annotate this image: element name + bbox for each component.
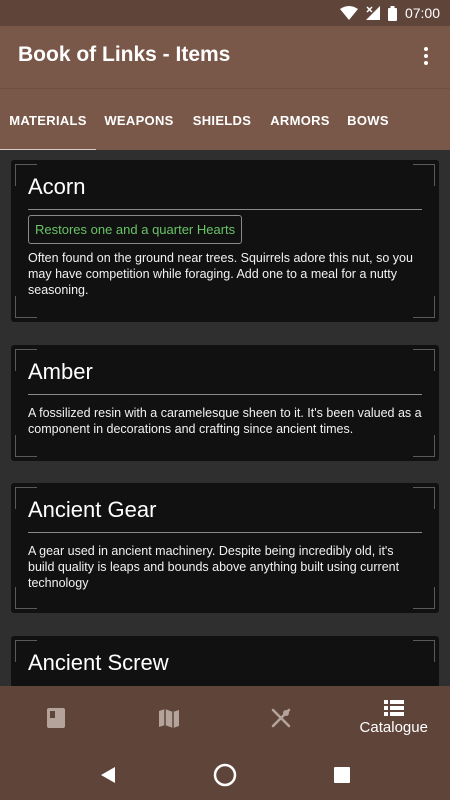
map-icon bbox=[158, 709, 179, 728]
item-name: Ancient Screw bbox=[28, 650, 169, 675]
status-time: 07:00 bbox=[404, 5, 440, 21]
cellular-off-icon bbox=[365, 6, 380, 20]
nav-recipes[interactable] bbox=[225, 686, 338, 750]
item-name: Amber bbox=[28, 359, 422, 395]
item-description: A fossilized resin with a caramelesque s… bbox=[28, 406, 422, 436]
item-effect-badge: Restores one and a quarter Hearts bbox=[28, 215, 243, 244]
tab-bows[interactable]: BOWS bbox=[338, 89, 398, 151]
more-vert-icon bbox=[424, 47, 428, 51]
item-card[interactable]: Ancient Gear A gear used in ancient mach… bbox=[11, 483, 439, 613]
item-name: Acorn bbox=[28, 174, 422, 210]
nav-book[interactable] bbox=[0, 686, 113, 750]
back-triangle-icon bbox=[101, 767, 116, 783]
list-icon bbox=[383, 700, 404, 716]
tab-bar: MATERIALS WEAPONS SHIELDS ARMORS BOWS bbox=[0, 88, 450, 151]
tab-materials[interactable]: MATERIALS bbox=[0, 89, 96, 151]
item-name: Ancient Gear bbox=[28, 497, 422, 533]
system-navigation-bar bbox=[0, 750, 450, 800]
recents-square-icon bbox=[333, 767, 350, 783]
bottom-navigation: Catalogue bbox=[0, 686, 450, 750]
battery-icon bbox=[387, 5, 397, 21]
recents-button[interactable] bbox=[327, 760, 357, 790]
wifi-icon bbox=[339, 6, 358, 20]
app-bar: Book of Links - Items bbox=[0, 26, 450, 88]
page-title: Book of Links - Items bbox=[18, 43, 231, 66]
tab-weapons[interactable]: WEAPONS bbox=[96, 89, 182, 151]
status-bar: 07:00 bbox=[0, 0, 450, 26]
item-description: Often found on the ground near trees. Sq… bbox=[28, 251, 413, 297]
home-circle-icon bbox=[213, 763, 237, 787]
tab-shields[interactable]: SHIELDS bbox=[182, 89, 262, 151]
item-card[interactable]: Acorn Restores one and a quarter Hearts … bbox=[11, 160, 439, 322]
fork-knife-icon bbox=[271, 708, 291, 728]
item-card[interactable]: Amber A fossilized resin with a caramele… bbox=[11, 345, 439, 461]
items-list[interactable]: Acorn Restores one and a quarter Hearts … bbox=[0, 150, 450, 686]
nav-map[interactable] bbox=[113, 686, 226, 750]
nav-catalogue-label: Catalogue bbox=[359, 719, 428, 736]
back-button[interactable] bbox=[93, 760, 123, 790]
item-description: A gear used in ancient machinery. Despit… bbox=[28, 544, 400, 590]
home-button[interactable] bbox=[210, 760, 240, 790]
overflow-menu-button[interactable] bbox=[414, 44, 438, 68]
nav-catalogue[interactable]: Catalogue bbox=[338, 686, 450, 750]
book-icon bbox=[47, 708, 66, 728]
item-card[interactable]: Ancient Screw bbox=[11, 636, 439, 686]
tab-armors[interactable]: ARMORS bbox=[262, 89, 338, 151]
status-icons: 07:00 bbox=[339, 4, 440, 22]
